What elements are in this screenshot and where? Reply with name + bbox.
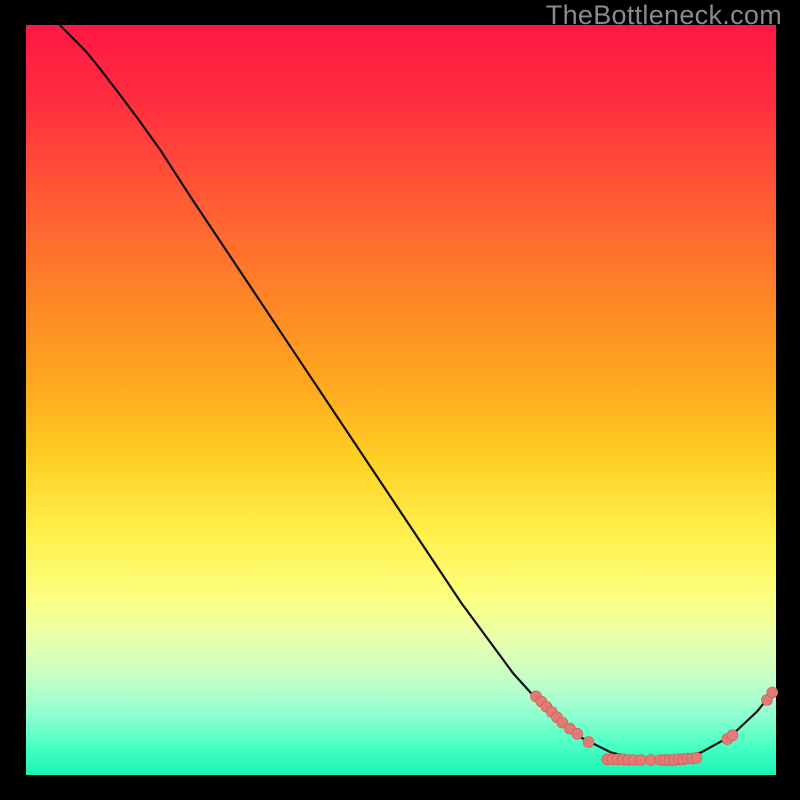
chart-svg	[26, 25, 776, 775]
watermark: TheBottleneck.com	[546, 0, 782, 31]
data-point	[691, 752, 702, 763]
curve-line	[60, 25, 773, 760]
data-point	[636, 755, 647, 766]
data-point	[583, 737, 594, 748]
data-point	[645, 755, 656, 766]
plot-area	[26, 25, 776, 775]
data-point	[572, 728, 583, 739]
chart-container: TheBottleneck.com	[0, 0, 800, 800]
data-point	[767, 687, 778, 698]
data-point	[727, 730, 738, 741]
